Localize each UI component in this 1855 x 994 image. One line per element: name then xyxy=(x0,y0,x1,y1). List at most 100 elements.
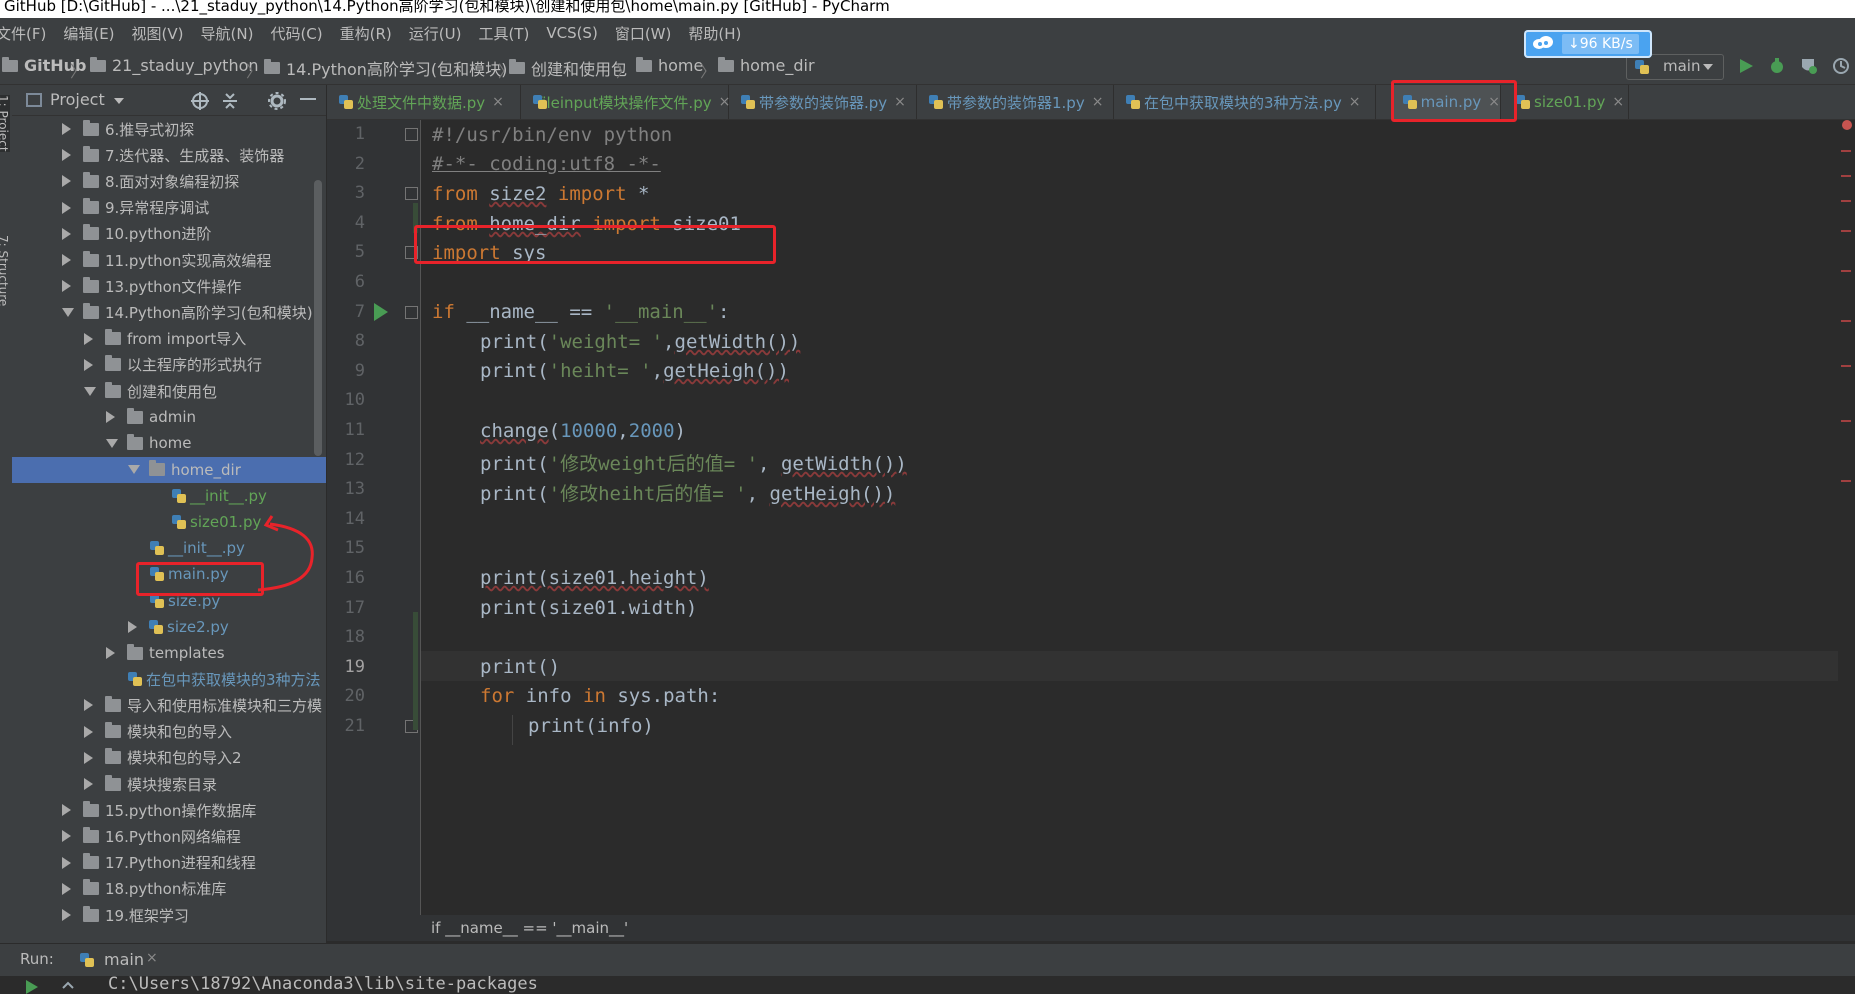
tree-folder[interactable]: 16.Python网络编程 xyxy=(12,823,326,849)
tree-folder[interactable]: home_dir xyxy=(12,456,326,483)
gear-icon[interactable] xyxy=(268,92,286,110)
expand-right-icon[interactable] xyxy=(106,647,115,659)
tab-decorator[interactable]: 带参数的装饰器.py × xyxy=(729,85,917,119)
expand-right-icon[interactable] xyxy=(62,227,71,240)
tree-folder[interactable]: home xyxy=(12,430,326,456)
tree-folder[interactable]: 模块搜索目录 xyxy=(12,771,326,797)
expand-down-icon[interactable] xyxy=(62,307,74,317)
expand-right-icon[interactable] xyxy=(62,149,71,162)
expand-right-icon[interactable] xyxy=(84,751,93,764)
close-icon[interactable]: × xyxy=(492,94,504,110)
tree-file[interactable]: size2.py xyxy=(12,614,326,640)
tree-folder[interactable]: 9.异常程序调试 xyxy=(12,195,326,221)
tab-three-methods[interactable]: 在包中获取模块的3种方法.py × xyxy=(1114,85,1376,119)
tree-file[interactable]: __init__.py xyxy=(12,483,326,509)
locate-file-icon[interactable] xyxy=(191,92,209,110)
expand-down-icon[interactable] xyxy=(128,465,140,475)
tree-folder[interactable]: admin xyxy=(12,404,326,430)
tree-folder[interactable]: 17.Python进程和线程 xyxy=(12,850,326,876)
run-gutter-icon[interactable] xyxy=(373,302,389,322)
tree-folder[interactable]: 导入和使用标准模块和三方模 xyxy=(12,692,326,718)
menu-code[interactable]: 代码(C) xyxy=(270,23,322,44)
menu-view[interactable]: 视图(V) xyxy=(132,23,184,44)
project-tree-scrollbar[interactable] xyxy=(314,180,322,456)
tree-folder[interactable]: 18.python标准库 xyxy=(12,876,326,902)
expand-right-icon[interactable] xyxy=(62,830,71,843)
fold-marker-icon[interactable] xyxy=(405,305,418,319)
tree-folder[interactable]: templates xyxy=(12,640,326,666)
menu-help[interactable]: 帮助(H) xyxy=(688,23,741,44)
run-tab-main[interactable]: main xyxy=(104,950,144,969)
expand-right-icon[interactable] xyxy=(62,909,71,921)
breadcrumb-item[interactable]: 21_staduy_python xyxy=(90,56,259,75)
menu-window[interactable]: 窗口(W) xyxy=(615,23,672,44)
editor-scrollbar[interactable] xyxy=(1838,120,1855,915)
tree-folder[interactable]: from import导入 xyxy=(12,326,326,352)
structure-tool-button[interactable]: 7: Structure xyxy=(0,235,10,306)
tree-folder[interactable]: 模块和包的导入2 xyxy=(12,745,326,771)
expand-right-icon[interactable] xyxy=(62,856,71,869)
expand-right-icon[interactable] xyxy=(62,254,71,266)
tab-decorator1[interactable]: 带参数的装饰器1.py × xyxy=(917,85,1114,119)
tree-folder[interactable]: 创建和使用包 xyxy=(12,378,326,404)
expand-right-icon[interactable] xyxy=(128,620,137,633)
project-tool-button[interactable]: 1: Project xyxy=(0,95,10,152)
tree-folder[interactable]: 11.python实现高效编程 xyxy=(12,247,326,273)
tab-fileinput[interactable]: fileinput模块操作文件.py × xyxy=(521,85,730,119)
expand-right-icon[interactable] xyxy=(62,280,71,293)
menu-file[interactable]: 文件(F) xyxy=(0,23,46,44)
tree-folder[interactable]: 7.迭代器、生成器、装饰器 xyxy=(12,142,326,168)
coverage-icon[interactable] xyxy=(1800,57,1818,75)
menu-tools[interactable]: 工具(T) xyxy=(478,23,529,44)
menu-vcs[interactable]: VCS(S) xyxy=(546,24,597,42)
tab-size01[interactable]: size01.py × xyxy=(1508,85,1629,119)
menu-run[interactable]: 运行(U) xyxy=(409,23,462,44)
breadcrumb-item[interactable]: 创建和使用包 xyxy=(509,56,627,80)
close-icon[interactable]: × xyxy=(1349,94,1361,110)
expand-right-icon[interactable] xyxy=(84,332,93,345)
menu-refactor[interactable]: 重构(R) xyxy=(340,23,392,44)
breadcrumb-item[interactable]: 14.Python高阶学习(包和模块) xyxy=(264,56,507,80)
debug-icon[interactable] xyxy=(1768,57,1786,75)
rerun-icon[interactable] xyxy=(26,980,38,994)
breadcrumb-item[interactable]: home_dir xyxy=(718,56,815,75)
expand-right-icon[interactable] xyxy=(84,725,93,738)
expand-down-icon[interactable] xyxy=(106,438,118,448)
expand-right-icon[interactable] xyxy=(84,778,93,790)
close-icon[interactable]: × xyxy=(146,950,158,966)
menu-navigate[interactable]: 导航(N) xyxy=(201,23,254,44)
expand-right-icon[interactable] xyxy=(84,699,93,712)
expand-right-icon[interactable] xyxy=(62,201,71,214)
project-panel-title[interactable]: Project xyxy=(50,90,105,109)
expand-right-icon[interactable] xyxy=(106,411,115,424)
profile-icon[interactable] xyxy=(1832,57,1850,75)
expand-right-icon[interactable] xyxy=(62,804,71,817)
expand-right-icon[interactable] xyxy=(62,882,71,895)
expand-down-icon[interactable] xyxy=(84,386,96,396)
tree-folder[interactable]: 模块和包的导入 xyxy=(12,719,326,745)
tree-folder[interactable]: 8.面对对象编程初探 xyxy=(12,168,326,194)
tab-process-data[interactable]: 处理文件中数据.py × xyxy=(327,85,521,119)
fold-marker-icon[interactable] xyxy=(405,128,418,141)
tree-file[interactable]: 在包中获取模块的3种方法 xyxy=(12,666,326,692)
tree-folder[interactable]: 14.Python高阶学习(包和模块) xyxy=(12,299,326,325)
chevron-down-icon[interactable] xyxy=(114,98,124,105)
tree-folder[interactable]: 13.python文件操作 xyxy=(12,273,326,299)
run-icon[interactable] xyxy=(1738,58,1754,74)
expand-right-icon[interactable] xyxy=(62,175,71,188)
arrow-up-icon[interactable] xyxy=(62,980,74,992)
close-icon[interactable]: × xyxy=(894,94,906,110)
tree-folder[interactable]: 19.框架学习 xyxy=(12,902,326,928)
breadcrumb-item[interactable]: home xyxy=(636,56,703,75)
code-scope-crumb[interactable]: if __name__ == '__main__' xyxy=(431,919,628,937)
tree-folder[interactable]: 15.python操作数据库 xyxy=(12,797,326,823)
tree-folder[interactable]: 6.推导式初探 xyxy=(12,116,326,142)
collapse-all-icon[interactable] xyxy=(221,92,239,110)
fold-marker-icon[interactable] xyxy=(405,187,418,201)
close-icon[interactable]: × xyxy=(1612,94,1624,110)
hide-panel-icon[interactable] xyxy=(300,98,316,102)
expand-right-icon[interactable] xyxy=(84,358,93,371)
menu-edit[interactable]: 编辑(E) xyxy=(63,23,114,44)
expand-right-icon[interactable] xyxy=(62,123,71,135)
close-icon[interactable]: × xyxy=(1092,94,1104,110)
